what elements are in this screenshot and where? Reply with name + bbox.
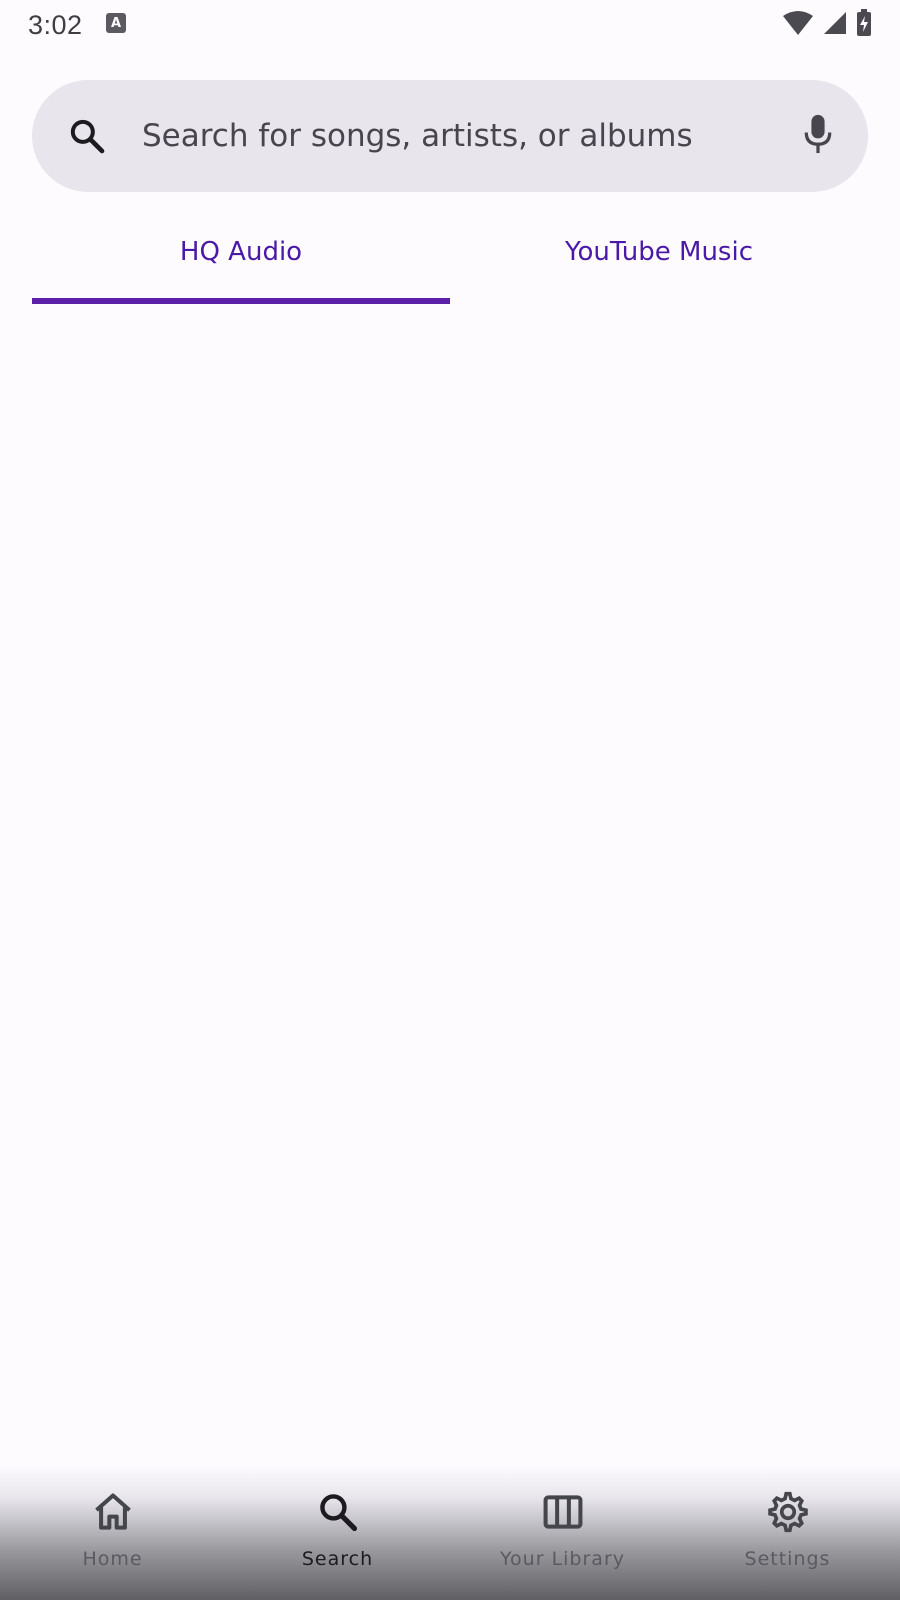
status-bar: 3:02 A xyxy=(0,0,900,50)
search-screen: 3:02 A Search for songs, artists, or alb… xyxy=(0,0,900,1600)
mic-icon xyxy=(800,112,836,160)
tab-hq-audio-label: HQ Audio xyxy=(179,237,303,267)
nav-your-library-label: Your Library xyxy=(499,1548,626,1570)
nav-settings-label: Settings xyxy=(744,1548,831,1570)
gear-icon xyxy=(766,1490,810,1538)
search-bar[interactable] xyxy=(32,80,868,192)
status-left: 3:02 A xyxy=(28,10,127,41)
nav-home[interactable]: Home xyxy=(0,1464,225,1600)
tab-youtube-music-label: YouTube Music xyxy=(565,237,753,267)
keyboard-a-icon: A xyxy=(105,12,127,38)
nav-your-library[interactable]: Your Library xyxy=(450,1464,675,1600)
nav-search-label: Search xyxy=(301,1548,374,1570)
wifi-icon xyxy=(782,10,814,40)
library-icon xyxy=(540,1490,586,1538)
source-tabs: HQ Audio YouTube Music xyxy=(32,210,868,304)
nav-home-label: Home xyxy=(82,1548,143,1570)
bottom-navigation: Home Search Your Library Settings xyxy=(0,1464,900,1600)
svg-text:A: A xyxy=(111,16,121,31)
nav-settings[interactable]: Settings xyxy=(675,1464,900,1600)
status-time: 3:02 xyxy=(28,9,83,40)
search-input[interactable] xyxy=(142,80,768,192)
nav-search[interactable]: Search xyxy=(225,1464,450,1600)
search-icon xyxy=(32,116,142,156)
search-icon xyxy=(316,1490,360,1538)
tab-youtube-music[interactable]: YouTube Music xyxy=(450,210,868,304)
home-icon xyxy=(91,1490,135,1538)
signal-icon xyxy=(822,10,848,40)
tab-hq-audio[interactable]: HQ Audio xyxy=(32,210,450,304)
mic-button[interactable] xyxy=(768,80,868,192)
battery-charging-icon xyxy=(856,9,872,41)
status-right xyxy=(782,9,872,41)
search-results-area xyxy=(0,304,900,1464)
